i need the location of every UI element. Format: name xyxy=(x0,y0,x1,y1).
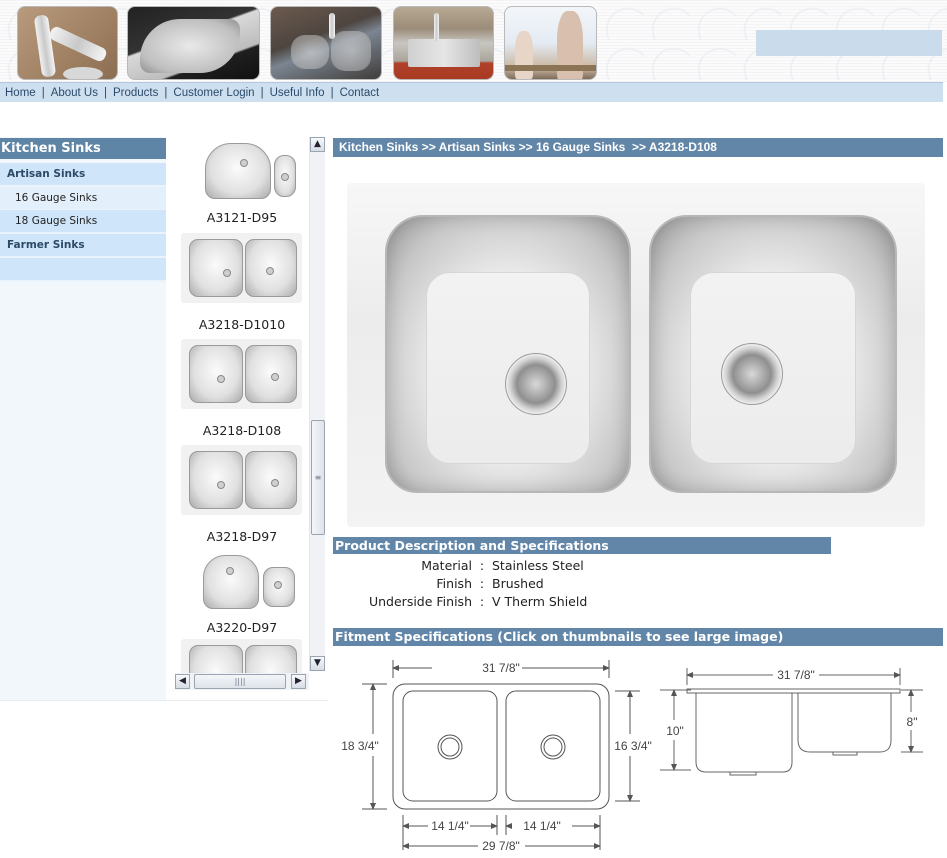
scroll-left-button[interactable]: ◀ xyxy=(175,674,190,689)
fitment-specifications-title: Fitment Specifications (Click on thumbna… xyxy=(333,628,943,646)
side-dim-left-height: 10" xyxy=(666,724,684,738)
sidebar-title: Kitchen Sinks xyxy=(0,138,166,159)
thumbnail-label[interactable]: A3218-D108 xyxy=(172,423,312,438)
sidebar-item-16-gauge-sinks[interactable]: 16 Gauge Sinks xyxy=(0,187,166,211)
nav-useful-info[interactable]: Useful Info xyxy=(270,87,325,99)
spec-label: Material xyxy=(421,558,472,573)
sidebar-item-18-gauge-sinks[interactable]: 18 Gauge Sinks xyxy=(0,210,166,234)
bowl-profile-left xyxy=(695,693,793,773)
drain-left xyxy=(505,353,567,415)
spec-label: Underside Finish xyxy=(368,594,472,609)
side-dim-right-height: 8" xyxy=(907,715,918,729)
thumbnail-image-a3218-d1010[interactable] xyxy=(181,233,302,303)
thumbnail-image-a3218-d108[interactable] xyxy=(181,339,302,409)
thumbnail-label[interactable]: A3218-D97 xyxy=(172,529,312,544)
product-main-image xyxy=(347,183,925,527)
spec-separator: : xyxy=(479,576,485,591)
site-header xyxy=(0,0,947,82)
nav-home[interactable]: Home xyxy=(5,87,36,99)
spec-label: Finish xyxy=(436,576,472,591)
thumbnail-label[interactable]: A3220-D97 xyxy=(172,620,312,635)
thumbnail-label[interactable]: A3218-D1010 xyxy=(172,317,312,332)
side-dim-overall-width: 31 7/8" xyxy=(777,668,815,682)
nav-products[interactable]: Products xyxy=(113,87,158,99)
thumbnail-list: A3121-D95 A3218-D1010 A3218-D108 A3218-D… xyxy=(172,137,325,690)
sink-bowl-left xyxy=(385,215,631,493)
sink-bowl-right xyxy=(649,215,897,493)
sidebar-item-artisan-sinks[interactable]: Artisan Sinks xyxy=(0,163,166,187)
sink-outline xyxy=(392,683,610,810)
spec-value: V Therm Shield xyxy=(492,594,588,609)
dim-right-bowl-width: 14 1/4" xyxy=(523,819,561,833)
nav-separator: | xyxy=(41,86,45,99)
thumbnail-label[interactable]: A3121-D95 xyxy=(172,210,312,225)
thumbnail-horizontal-scrollbar[interactable]: ◀ |||| ▶ xyxy=(175,673,309,690)
sidebar-empty-row xyxy=(0,258,166,282)
vertical-scroll-thumb[interactable]: ≡ xyxy=(311,420,325,535)
scroll-right-button[interactable]: ▶ xyxy=(291,674,306,689)
spec-value: Brushed xyxy=(492,576,544,591)
dim-overall-width: 31 7/8" xyxy=(482,661,520,675)
sink-rim xyxy=(686,688,901,694)
drain-outline-left xyxy=(437,734,463,760)
nav-customer-login[interactable]: Customer Login xyxy=(173,87,254,99)
scroll-down-button[interactable]: ▼ xyxy=(310,656,325,671)
top-view-diagram: 31 7/8" 18 3/4" 16 3/4" 14 1/4" 14 1/4" … xyxy=(341,660,652,853)
banner-image-double-sink xyxy=(270,6,382,80)
dim-left-bowl-width: 14 1/4" xyxy=(431,819,469,833)
breadcrumb: Kitchen Sinks >> Artisan Sinks >> 16 Gau… xyxy=(333,138,943,157)
banner-image-undermount-sink xyxy=(127,6,260,80)
spec-separator: : xyxy=(479,558,485,573)
banner-image-farmer-sink xyxy=(393,6,494,80)
banner-image-faucet xyxy=(17,6,118,80)
banner-image-kitchen-couple xyxy=(504,6,597,80)
thumbnail-image-a3218-d97[interactable] xyxy=(181,445,302,515)
thumbnail-vertical-scrollbar[interactable]: ▲ ≡ ▼ xyxy=(309,137,325,671)
product-description-title: Product Description and Specifications xyxy=(333,537,831,554)
bowl-profile-right xyxy=(797,693,892,753)
sidebar-item-farmer-sinks[interactable]: Farmer Sinks xyxy=(0,234,166,258)
nav-separator: | xyxy=(104,86,107,99)
thumbnail-image-a3220-d97[interactable] xyxy=(181,551,302,621)
header-search-area xyxy=(756,30,942,56)
main-navigation: Home | About Us | Products | Customer Lo… xyxy=(0,82,943,102)
thumbnail-image-a3121-d95[interactable] xyxy=(181,139,302,209)
bowl-outline-left xyxy=(402,690,498,802)
dim-bowl-depth: 16 3/4" xyxy=(614,739,652,753)
drain-right xyxy=(721,343,783,405)
horizontal-scroll-thumb[interactable]: |||| xyxy=(194,674,286,689)
spec-row-underside-finish: Underside Finish: V Therm Shield xyxy=(333,593,587,611)
nav-contact[interactable]: Contact xyxy=(340,87,380,99)
dim-inner-width: 29 7/8" xyxy=(482,839,520,853)
spec-separator: : xyxy=(479,594,485,609)
bowl-outline-right xyxy=(505,690,601,802)
spec-value: Stainless Steel xyxy=(492,558,584,573)
nav-separator: | xyxy=(260,86,264,99)
scroll-up-button[interactable]: ▲ xyxy=(310,137,325,152)
spec-row-finish: Finish: Brushed xyxy=(333,575,544,593)
dim-overall-depth: 18 3/4" xyxy=(341,739,379,753)
drain-outline-right xyxy=(540,734,566,760)
side-view-diagram: 31 7/8" 10" 8" xyxy=(660,668,923,776)
nav-separator: | xyxy=(164,86,168,99)
nav-separator: | xyxy=(330,86,334,99)
spec-row-material: Material: Stainless Steel xyxy=(333,557,584,575)
divider xyxy=(0,700,328,701)
nav-about-us[interactable]: About Us xyxy=(51,87,98,99)
